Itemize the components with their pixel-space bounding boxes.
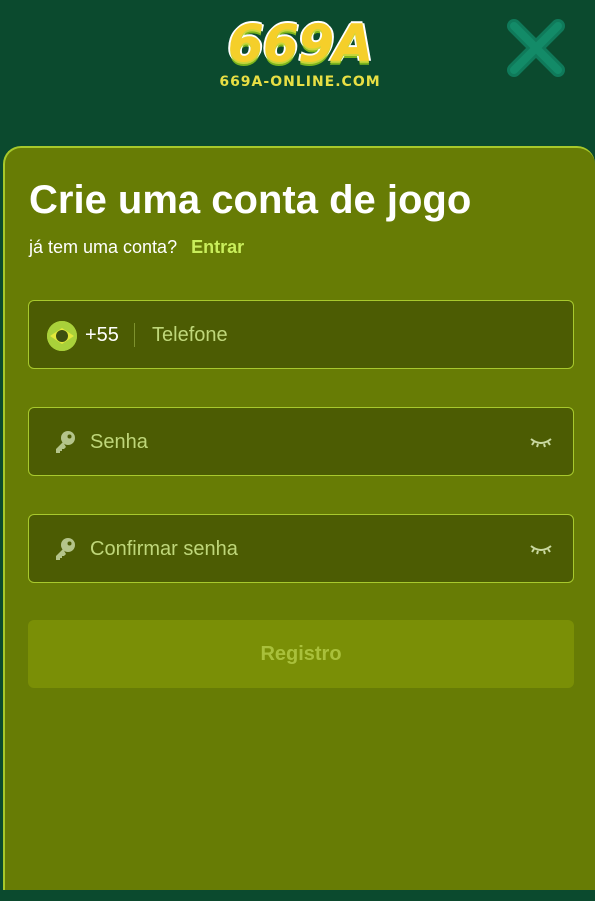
- register-button[interactable]: Registro: [28, 620, 574, 688]
- phone-field[interactable]: +55: [28, 300, 574, 369]
- eye-closed-icon[interactable]: [529, 430, 553, 454]
- page-title: Crie uma conta de jogo: [29, 178, 472, 222]
- password-input[interactable]: [90, 420, 510, 464]
- header: 669A 669A-ONLINE.COM: [0, 0, 595, 146]
- logo-text: 669A: [227, 14, 374, 74]
- confirm-password-input[interactable]: [90, 527, 510, 571]
- site-logo: 669A 669A-ONLINE.COM: [205, 14, 395, 98]
- country-code[interactable]: +55: [85, 323, 119, 347]
- close-icon: [507, 19, 565, 77]
- key-icon: [53, 430, 77, 454]
- login-prompt: já tem uma conta? Entrar: [29, 236, 244, 258]
- close-button[interactable]: [506, 18, 566, 78]
- register-panel: Crie uma conta de jogo já tem uma conta?…: [3, 146, 595, 890]
- phone-input[interactable]: [152, 313, 552, 357]
- logo-subtext: 669A-ONLINE.COM: [219, 74, 381, 90]
- password-field[interactable]: [28, 407, 574, 476]
- brazil-flag-icon[interactable]: [47, 321, 77, 351]
- divider: [134, 323, 135, 347]
- have-account-text: já tem uma conta?: [29, 237, 178, 257]
- login-link[interactable]: Entrar: [191, 237, 244, 257]
- key-icon: [53, 537, 77, 561]
- footer-strip: [0, 890, 595, 901]
- eye-closed-icon[interactable]: [529, 537, 553, 561]
- confirm-password-field[interactable]: [28, 514, 574, 583]
